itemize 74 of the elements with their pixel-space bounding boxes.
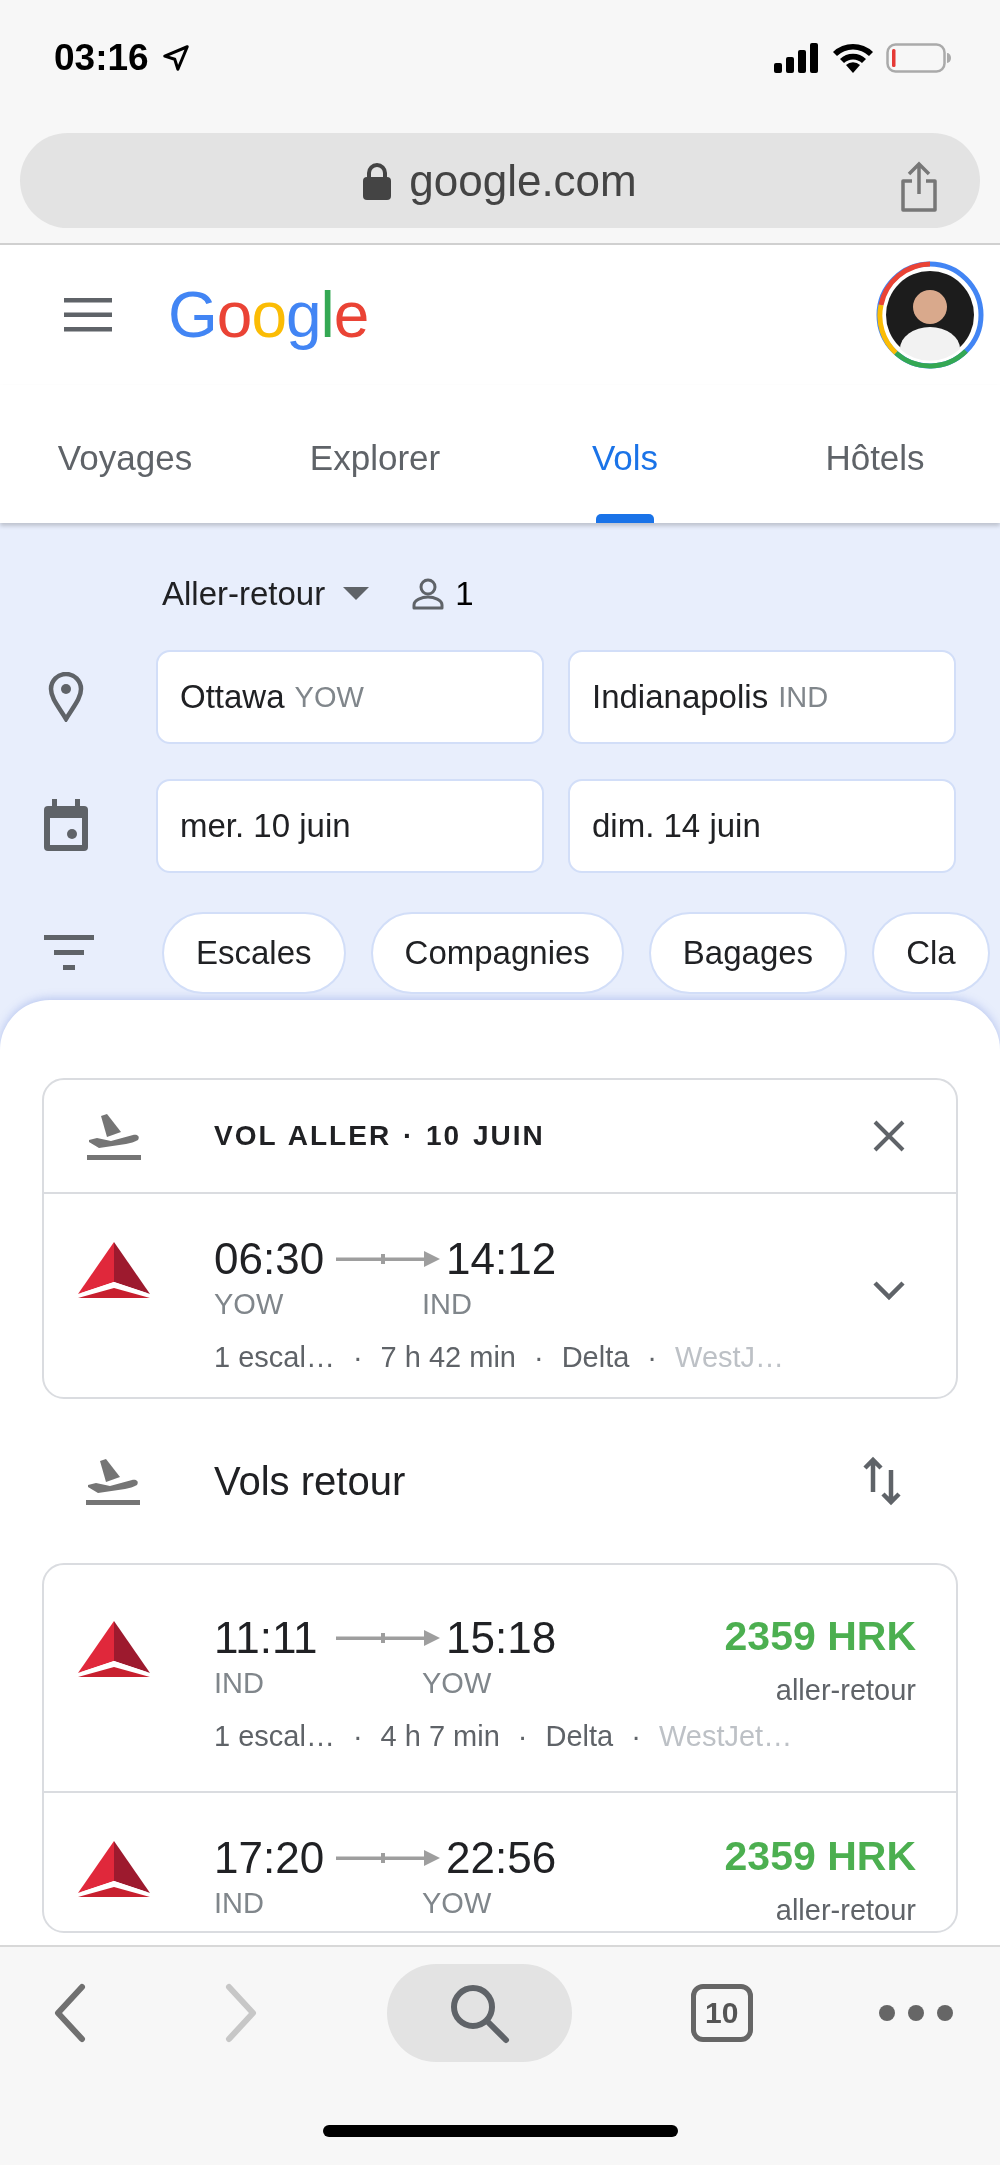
departure-time: 06:30: [214, 1234, 326, 1284]
separator-dot: ·: [534, 1341, 544, 1374]
stops-text: 1 escal…: [214, 1720, 335, 1753]
filter-chip[interactable]: Compagnies: [370, 912, 624, 994]
calendar-icon: [42, 799, 90, 853]
return-date-field[interactable]: dim. 14 juin: [568, 779, 956, 873]
partner-airline-text: WestJet…: [658, 1720, 793, 1753]
nav-tab[interactable]: Explorer: [250, 385, 500, 523]
share-icon: [898, 161, 940, 213]
trip-type-dropdown[interactable]: Aller-retour: [156, 569, 376, 619]
departure-time: 17:20: [214, 1833, 326, 1883]
triangle-logo-icon: [78, 1621, 150, 1677]
route-arrow-icon: [336, 1849, 440, 1867]
sort-icon: [862, 1456, 902, 1506]
airline-text: Delta: [561, 1341, 630, 1374]
partner-airline-text: WestJ…: [675, 1341, 785, 1374]
arrival-time: 22:56: [446, 1833, 558, 1883]
departure-date-field[interactable]: mer. 10 juin: [156, 779, 544, 873]
airline-text: Delta: [545, 1720, 614, 1753]
avatar-icon[interactable]: [876, 261, 984, 369]
duration-text: 4 h 7 min: [380, 1720, 500, 1753]
departure-airport: IND: [214, 1667, 265, 1700]
price-note: aller-retour: [775, 1894, 916, 1927]
filter-icon: [43, 935, 94, 971]
duration-text: 7 h 42 min: [380, 1341, 516, 1374]
passengers-button[interactable]: 1: [405, 569, 480, 619]
separator-dot: ·: [352, 1341, 363, 1374]
tabs-button[interactable]: 10: [690, 1984, 753, 2042]
arrival-airport: IND: [422, 1288, 473, 1321]
filter-chip[interactable]: Cla: [872, 912, 990, 994]
arrival-airport: YOW: [422, 1667, 493, 1700]
battery-icon: [886, 42, 952, 73]
stops-text: 1 escal…: [214, 1341, 335, 1374]
address-bar[interactable]: google.com: [20, 133, 980, 228]
chevron-down-icon: [872, 1280, 906, 1302]
arrival-airport: YOW: [422, 1887, 493, 1920]
card-heading: VOL ALLER · 10 JUIN: [214, 1120, 546, 1152]
separator-dot: ·: [647, 1341, 658, 1374]
url-text: google.com: [409, 155, 637, 206]
lock-icon: [363, 161, 392, 200]
arrival-time: 14:12: [446, 1234, 558, 1284]
price-note: aller-retour: [775, 1674, 916, 1707]
caret-icon: [343, 587, 370, 601]
triangle-logo-icon: [78, 1242, 150, 1298]
location-arrow-icon: [160, 42, 191, 73]
close-icon: [872, 1119, 906, 1153]
wifi-icon: [832, 42, 874, 73]
separator-dot: ·: [631, 1720, 641, 1753]
menu-icon: [64, 298, 112, 332]
departure-time: 11:11: [214, 1613, 319, 1663]
route-arrow-icon: [336, 1250, 440, 1268]
nav-tab[interactable]: Voyages: [0, 385, 250, 523]
signal-icon: [774, 42, 820, 73]
departure-airport: IND: [214, 1887, 265, 1920]
section-title: Vols retour: [214, 1458, 407, 1504]
route-arrow-icon: [336, 1629, 440, 1647]
destination-field[interactable]: Indianapolis IND: [568, 650, 956, 744]
origin-field[interactable]: Ottawa YOW: [156, 650, 544, 744]
search-icon: [448, 1982, 510, 2044]
nav-tab[interactable]: Hôtels: [750, 385, 1000, 523]
triangle-logo-icon: [78, 1841, 150, 1897]
arrival-time: 15:18: [446, 1613, 558, 1663]
price-text: 2359 HRK: [724, 1613, 916, 1660]
separator-dot: ·: [517, 1720, 528, 1753]
departure-airport: YOW: [214, 1288, 285, 1321]
price-text: 2359 HRK: [724, 1833, 916, 1880]
separator-dot: ·: [352, 1720, 363, 1753]
location-pin-icon: [48, 672, 84, 722]
filter-chip[interactable]: Escales: [162, 912, 346, 994]
nav-tab[interactable]: Vols: [500, 385, 750, 523]
status-time: 03:16: [54, 36, 149, 79]
more-icon: [878, 2004, 954, 2022]
person-icon: [411, 578, 446, 610]
filter-chip[interactable]: Bagages: [648, 912, 848, 994]
